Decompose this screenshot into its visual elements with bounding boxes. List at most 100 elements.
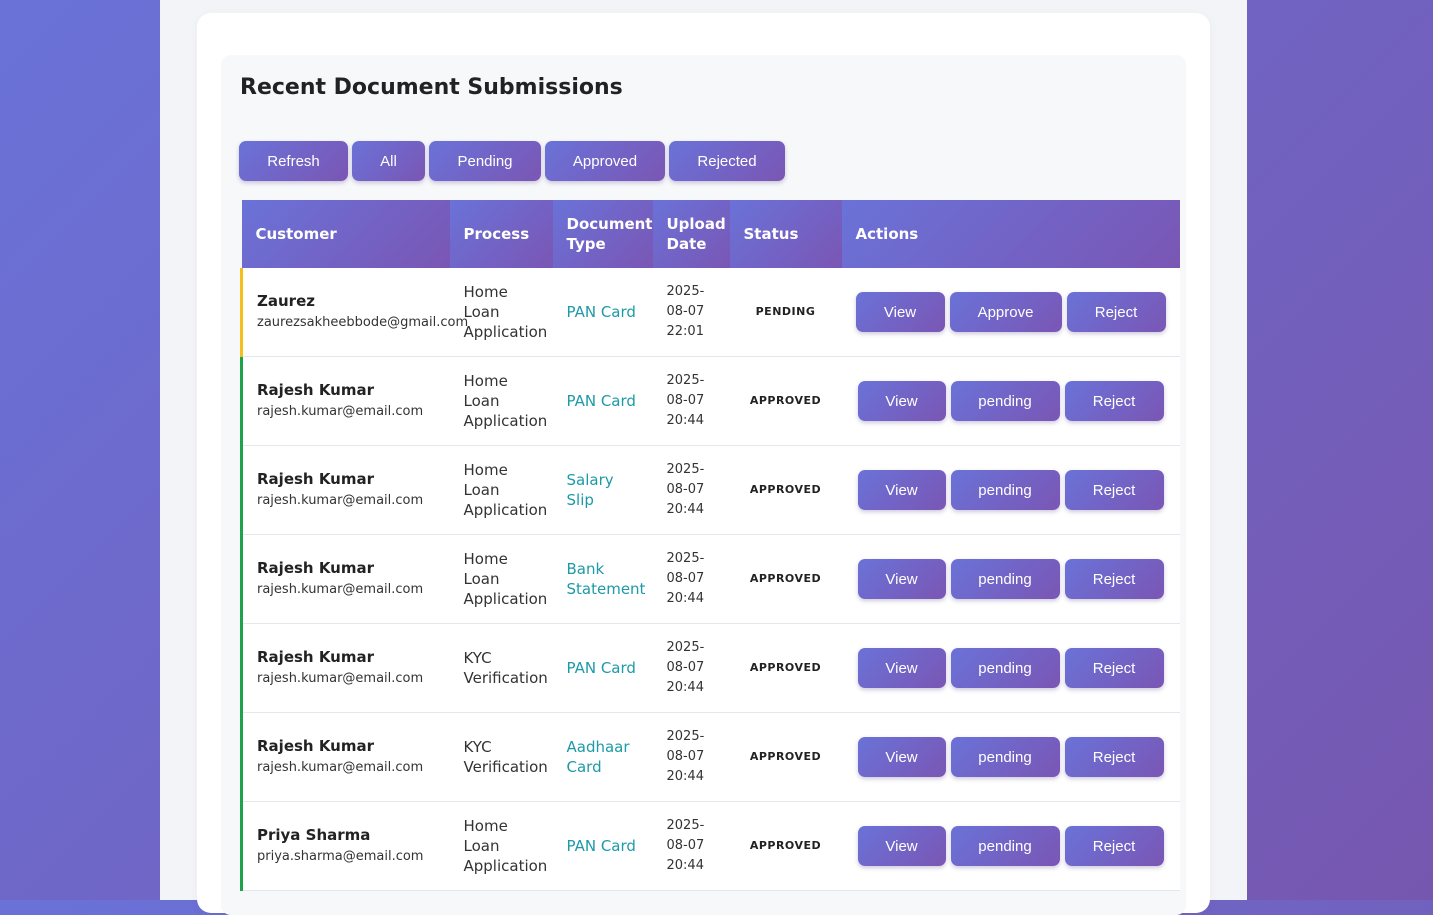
set-pending-button[interactable]: pending: [950, 381, 1060, 421]
header-document-type: Document Type: [552, 200, 653, 268]
header-actions: Actions: [841, 200, 1180, 268]
customer-email: rajesh.kumar@email.com: [257, 404, 424, 419]
reject-button[interactable]: Reject: [1064, 470, 1164, 510]
customer-name: Rajesh Kumar: [257, 470, 375, 488]
approve-button[interactable]: Approve: [949, 292, 1062, 332]
process-cell: Home Loan Application: [463, 461, 548, 519]
status-badge: PENDING: [755, 305, 816, 318]
reject-button[interactable]: Reject: [1064, 381, 1164, 421]
upload-date-cell: 2025-08-07 20:44: [666, 373, 705, 428]
panel-title: Recent Document Submissions: [240, 75, 623, 100]
view-button[interactable]: View: [857, 559, 946, 599]
customer-name: Rajesh Kumar: [257, 737, 375, 755]
filter-bar: Refresh All Pending Approved Rejected: [239, 141, 785, 181]
reject-button[interactable]: Reject: [1064, 826, 1164, 866]
document-type-link[interactable]: Bank Statement: [553, 535, 653, 624]
status-badge: APPROVED: [749, 572, 822, 585]
customer-cell: Rajesh Kumar rajesh.kumar@email.com: [240, 445, 450, 535]
reject-button[interactable]: Reject: [1064, 559, 1164, 599]
document-type-link[interactable]: Aadhaar Card: [553, 713, 653, 802]
reject-button[interactable]: Reject: [1064, 648, 1164, 688]
filter-pending-button[interactable]: Pending: [429, 141, 541, 181]
set-pending-button[interactable]: pending: [950, 470, 1060, 510]
filter-all-button[interactable]: All: [352, 141, 425, 181]
customer-name: Rajesh Kumar: [257, 559, 375, 577]
reject-button[interactable]: Reject: [1064, 737, 1164, 777]
process-cell: Home Loan Application: [463, 283, 548, 341]
status-badge: APPROVED: [749, 839, 822, 852]
customer-cell: Rajesh Kumar rajesh.kumar@email.com: [240, 534, 450, 624]
actions-cell: View Approve Reject: [842, 268, 1180, 357]
customer-name: Rajesh Kumar: [257, 648, 375, 666]
set-pending-button[interactable]: pending: [950, 559, 1060, 599]
table-row: Rajesh Kumar rajesh.kumar@email.com KYC …: [240, 712, 1180, 802]
view-button[interactable]: View: [857, 381, 946, 421]
submissions-panel: Recent Document Submissions Refresh All …: [221, 55, 1186, 915]
document-type-link[interactable]: PAN Card: [553, 357, 653, 446]
actions-cell: View pending Reject: [842, 446, 1180, 535]
filter-rejected-button[interactable]: Rejected: [669, 141, 785, 181]
header-customer: Customer: [241, 200, 450, 268]
view-button[interactable]: View: [855, 292, 945, 332]
customer-email: priya.sharma@email.com: [257, 849, 424, 864]
set-pending-button[interactable]: pending: [950, 737, 1060, 777]
table-header-row: Customer Process Document Type Upload Da…: [241, 200, 1180, 268]
document-type-link[interactable]: Salary Slip: [553, 446, 653, 535]
status-badge: APPROVED: [749, 483, 822, 496]
upload-date-cell: 2025-08-07 20:44: [666, 462, 705, 517]
table-row: Rajesh Kumar rajesh.kumar@email.com Home…: [240, 356, 1180, 446]
customer-email: rajesh.kumar@email.com: [257, 582, 424, 597]
actions-cell: View pending Reject: [842, 713, 1180, 802]
customer-name: Rajesh Kumar: [257, 381, 375, 399]
actions-cell: View pending Reject: [842, 802, 1180, 891]
customer-cell: Rajesh Kumar rajesh.kumar@email.com: [240, 623, 450, 713]
document-type-link[interactable]: PAN Card: [553, 268, 653, 357]
process-cell: Home Loan Application: [463, 817, 548, 875]
process-cell: KYC Verification: [463, 738, 548, 776]
process-cell: KYC Verification: [463, 649, 548, 687]
customer-cell: Priya Sharma priya.sharma@email.com: [240, 801, 450, 891]
status-badge: APPROVED: [749, 394, 822, 407]
main-card: Recent Document Submissions Refresh All …: [197, 13, 1210, 915]
customer-cell: Rajesh Kumar rajesh.kumar@email.com: [240, 356, 450, 446]
actions-cell: View pending Reject: [842, 357, 1180, 446]
upload-date-cell: 2025-08-07 22:01: [666, 284, 705, 339]
view-button[interactable]: View: [857, 470, 946, 510]
filter-approved-button[interactable]: Approved: [545, 141, 665, 181]
page-column: Recent Document Submissions Refresh All …: [160, 0, 1247, 915]
header-process: Process: [449, 200, 553, 268]
view-button[interactable]: View: [857, 826, 946, 866]
view-button[interactable]: View: [857, 737, 946, 777]
submissions-table: Customer Process Document Type Upload Da…: [240, 200, 1180, 891]
upload-date-cell: 2025-08-07 20:44: [666, 818, 705, 873]
table-row: Priya Sharma priya.sharma@email.com Home…: [240, 801, 1180, 891]
process-cell: Home Loan Application: [463, 550, 548, 608]
customer-email: zaurezsakheebbode@gmail.com: [257, 315, 469, 330]
actions-cell: View pending Reject: [842, 535, 1180, 624]
customer-name: Zaurez: [257, 292, 315, 310]
status-badge: APPROVED: [749, 750, 822, 763]
customer-cell: Zaurez zaurezsakheebbode@gmail.com: [240, 268, 469, 357]
document-type-link[interactable]: PAN Card: [553, 802, 653, 891]
process-cell: Home Loan Application: [463, 372, 548, 430]
reject-button[interactable]: Reject: [1066, 292, 1166, 332]
upload-date-cell: 2025-08-07 20:44: [666, 729, 705, 784]
customer-email: rajesh.kumar@email.com: [257, 760, 424, 775]
refresh-button[interactable]: Refresh: [239, 141, 348, 181]
customer-email: rajesh.kumar@email.com: [257, 493, 424, 508]
table-row: Rajesh Kumar rajesh.kumar@email.com Home…: [240, 445, 1180, 535]
customer-cell: Rajesh Kumar rajesh.kumar@email.com: [240, 712, 450, 802]
document-type-link[interactable]: PAN Card: [553, 624, 653, 713]
set-pending-button[interactable]: pending: [950, 648, 1060, 688]
table-row: Zaurez zaurezsakheebbode@gmail.com Home …: [240, 268, 1180, 357]
header-status: Status: [729, 200, 842, 268]
customer-name: Priya Sharma: [257, 826, 371, 844]
upload-date-cell: 2025-08-07 20:44: [666, 551, 705, 606]
header-upload-date: Upload Date: [652, 200, 730, 268]
set-pending-button[interactable]: pending: [950, 826, 1060, 866]
view-button[interactable]: View: [857, 648, 946, 688]
table-row: Rajesh Kumar rajesh.kumar@email.com KYC …: [240, 623, 1180, 713]
submissions-table-wrap: Customer Process Document Type Upload Da…: [240, 200, 1180, 891]
customer-email: rajesh.kumar@email.com: [257, 671, 424, 686]
actions-cell: View pending Reject: [842, 624, 1180, 713]
